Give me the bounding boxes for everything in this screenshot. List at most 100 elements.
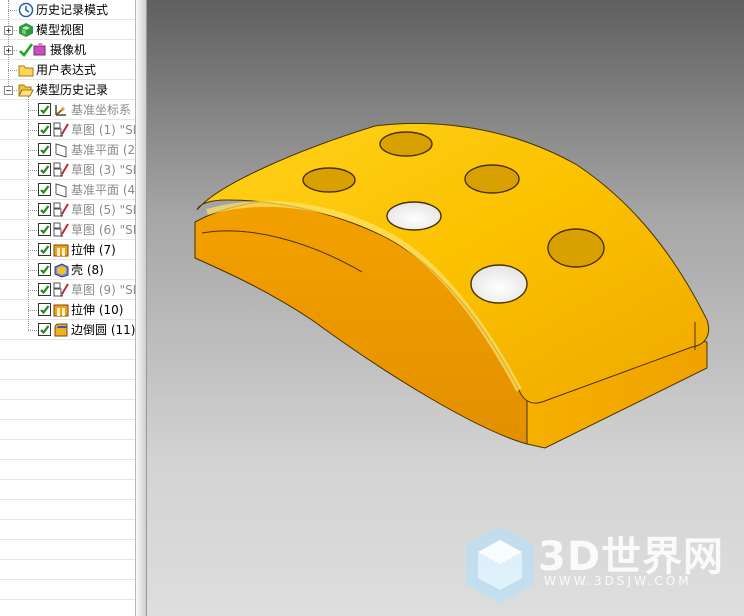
tree-connector — [28, 190, 37, 191]
tree-node-label: 模型视图 — [36, 23, 85, 37]
model-hole — [547, 228, 605, 268]
node-checkbox[interactable] — [38, 123, 51, 136]
navigator-row-line — [0, 400, 135, 420]
tree-node[interactable]: 基准平面 (4 — [0, 180, 135, 200]
tree-node-label: 草图 (3) "SK — [71, 163, 135, 177]
tree-connector — [28, 210, 37, 211]
tree-node-label: 壳 (8) — [71, 263, 104, 277]
navigator-row-line — [0, 480, 135, 500]
folder-icon — [18, 62, 34, 78]
tree-node[interactable]: 壳 (8) — [0, 260, 135, 280]
tree-node[interactable]: 基准坐标系 — [0, 100, 135, 120]
navigator-row-line — [0, 420, 135, 440]
node-checkbox[interactable] — [38, 103, 51, 116]
tree-connector — [28, 130, 37, 131]
tree-node-label: 基准坐标系 — [71, 103, 132, 117]
node-checkbox[interactable] — [38, 223, 51, 236]
tree-node[interactable]: 拉伸 (7) — [0, 240, 135, 260]
tree-node-label: 拉伸 (10) — [71, 303, 124, 317]
tree-connector — [28, 230, 37, 231]
navigator-row-line — [0, 340, 135, 360]
tree-node[interactable]: 用户表达式 — [0, 60, 135, 80]
tree-node[interactable]: 基准平面 (2 — [0, 140, 135, 160]
tree-node[interactable]: 草图 (3) "SK — [0, 160, 135, 180]
tree-node[interactable]: + 模型视图 — [0, 20, 135, 40]
node-checkbox[interactable] — [38, 303, 51, 316]
tree-node-label: 草图 (6) "SK — [71, 223, 135, 237]
node-checkbox[interactable] — [38, 203, 51, 216]
navigator-row-line — [0, 440, 135, 460]
tree-connector — [28, 270, 37, 271]
tree-node-label: 草图 (1) "SK — [71, 123, 135, 137]
navigator-splitter[interactable] — [135, 0, 147, 616]
sketch-icon — [53, 162, 69, 178]
tree-connector — [28, 150, 37, 151]
navigator-row-line — [0, 460, 135, 480]
tree-node-label: 草图 (9) "SK — [71, 283, 135, 297]
extrude-icon — [53, 242, 69, 258]
tree-node[interactable]: − 模型历史记录 — [0, 80, 135, 100]
navigator-row-line — [0, 600, 135, 616]
folder-open-icon — [18, 82, 34, 98]
navigator-row-line — [0, 560, 135, 580]
tree-node[interactable]: + 摄像机 — [0, 40, 135, 60]
edge-blend-icon — [53, 322, 69, 338]
navigator-row-line — [0, 380, 135, 400]
tree-node-label: 基准平面 (4 — [71, 183, 135, 197]
model-hole — [302, 167, 356, 193]
tree-node[interactable]: 草图 (1) "SK — [0, 120, 135, 140]
tree-connector — [8, 10, 17, 11]
navigator-row-line — [0, 520, 135, 540]
extrude-icon — [53, 302, 69, 318]
tree-node[interactable]: 拉伸 (10) — [0, 300, 135, 320]
node-checkbox[interactable] — [38, 323, 51, 336]
sketch-icon — [53, 122, 69, 138]
tree-node-label: 基准平面 (2 — [71, 143, 135, 157]
navigator-row-line — [0, 540, 135, 560]
node-checkbox[interactable] — [38, 183, 51, 196]
node-checkbox[interactable] — [38, 163, 51, 176]
datum-csys-icon — [53, 102, 69, 118]
node-checkbox[interactable] — [38, 243, 51, 256]
node-checkbox[interactable] — [38, 283, 51, 296]
tree-node-label: 拉伸 (7) — [71, 243, 116, 257]
tree-node-label: 用户表达式 — [36, 63, 97, 77]
tree-connector — [8, 70, 17, 71]
model-views-icon — [18, 22, 34, 38]
tree-node-label: 历史记录模式 — [36, 3, 109, 17]
node-checkbox[interactable] — [38, 263, 51, 276]
tree-node[interactable]: 草图 (6) "SK — [0, 220, 135, 240]
sketch-icon — [53, 202, 69, 218]
datum-plane-icon — [53, 182, 69, 198]
navigator-row-line — [0, 360, 135, 380]
model-hole — [470, 264, 528, 304]
sketch-icon — [53, 222, 69, 238]
tree-connector — [28, 250, 37, 251]
tree-node[interactable]: 历史记录模式 — [0, 0, 135, 20]
navigator-row-line — [0, 500, 135, 520]
tree-connector — [28, 290, 37, 291]
tree-node-label: 模型历史记录 — [36, 83, 109, 97]
navigator-row-line — [0, 580, 135, 600]
tree-node[interactable]: 草图 (5) "SK — [0, 200, 135, 220]
datum-plane-icon — [53, 142, 69, 158]
tree-connector — [28, 330, 37, 331]
tree-node-label: 边倒圆 (11) — [71, 323, 135, 337]
node-checkbox[interactable] — [38, 143, 51, 156]
shell-icon — [53, 262, 69, 278]
tree-connector — [28, 170, 37, 171]
model-hole — [464, 164, 520, 194]
history-mode-icon — [18, 2, 34, 18]
camera-icon — [32, 42, 48, 58]
tree-node-label: 摄像机 — [50, 43, 87, 57]
cube-logo-icon — [466, 526, 534, 604]
tree-node[interactable]: 草图 (9) "SK — [0, 280, 135, 300]
sketch-icon — [53, 282, 69, 298]
collapse-toggle[interactable]: − — [4, 86, 13, 95]
expand-toggle[interactable]: + — [4, 46, 13, 55]
tree-node[interactable]: 边倒圆 (11) — [0, 320, 135, 340]
expand-toggle[interactable]: + — [4, 26, 13, 35]
model-hole — [379, 131, 433, 157]
tree-node-label: 草图 (5) "SK — [71, 203, 135, 217]
tree-connector — [28, 110, 37, 111]
